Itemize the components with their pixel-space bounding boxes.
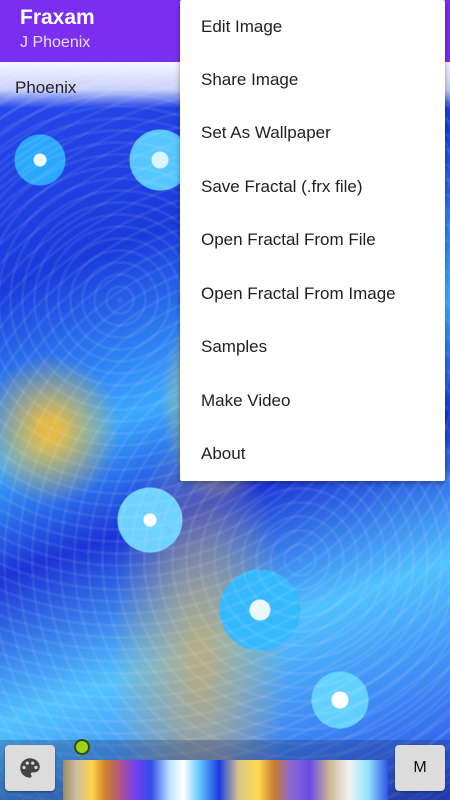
slider-thumb[interactable] <box>74 739 90 755</box>
color-gradient-strip[interactable] <box>63 760 388 800</box>
menu-item-save-fractal[interactable]: Save Fractal (.frx file) <box>180 160 445 213</box>
menu-item-open-from-file[interactable]: Open Fractal From File <box>180 213 445 266</box>
fractal-name-label: Phoenix <box>15 78 77 97</box>
palette-button[interactable] <box>5 745 55 791</box>
menu-item-make-video[interactable]: Make Video <box>180 374 445 427</box>
menu-item-samples[interactable]: Samples <box>180 320 445 373</box>
app-subtitle: J Phoenix <box>20 34 91 51</box>
m-button[interactable]: M <box>395 745 445 791</box>
overflow-menu: Edit Image Share Image Set As Wallpaper … <box>180 0 445 481</box>
menu-item-set-as-wallpaper[interactable]: Set As Wallpaper <box>180 106 445 159</box>
menu-item-about[interactable]: About <box>180 427 445 480</box>
palette-icon <box>20 758 40 778</box>
menu-item-edit-image[interactable]: Edit Image <box>180 0 445 53</box>
palette-offset-slider[interactable] <box>63 740 388 758</box>
app-title: Fraxam <box>20 6 95 29</box>
menu-item-share-image[interactable]: Share Image <box>180 53 445 106</box>
menu-item-open-from-image[interactable]: Open Fractal From Image <box>180 267 445 320</box>
